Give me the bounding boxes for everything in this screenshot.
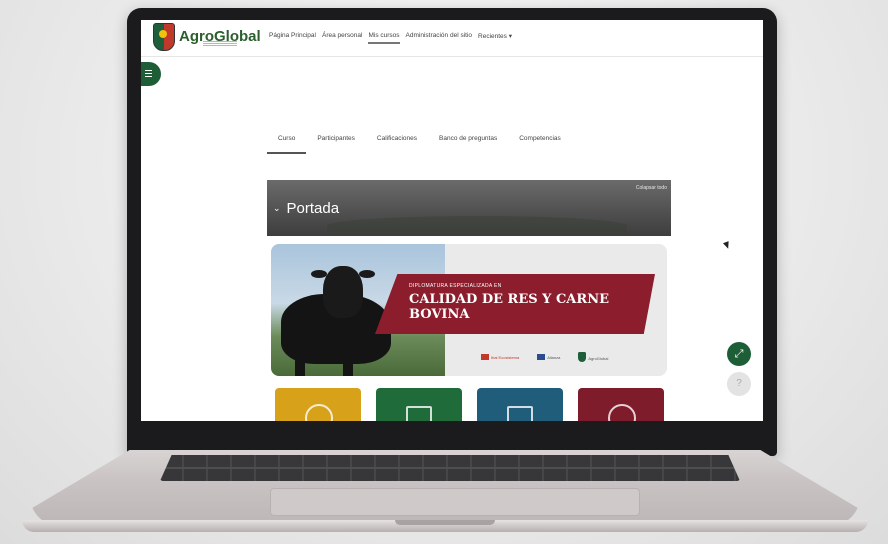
nav-item-site-admin[interactable]: Administración del sitio xyxy=(406,32,472,44)
cow-ear-shape xyxy=(359,270,375,278)
nav-item-home[interactable]: Página Principal xyxy=(269,32,316,44)
top-navbar: AgroGlobal Página Principal Área persona… xyxy=(141,20,763,57)
banner-title-line2: BOVINA xyxy=(409,307,470,322)
question-icon xyxy=(608,404,636,421)
chevron-down-icon: ⌄ xyxy=(273,203,281,213)
banner-title: CALIDAD DE RES Y CARNE BOVINA xyxy=(409,292,609,322)
logo-tagline-lines xyxy=(203,41,237,47)
partner-logo-1-text: Ibai Ecosistema xyxy=(491,355,520,360)
partner-logo-2: Alianza xyxy=(537,354,560,360)
tab-course[interactable]: Curso xyxy=(267,126,307,154)
banner-title-line1: CALIDAD DE RES Y CARNE xyxy=(409,292,609,307)
banner-ribbon: DIPLOMATURA ESPECIALIZADA EN CALIDAD DE … xyxy=(375,274,655,334)
logo-mark-icon xyxy=(481,354,489,360)
partner-logos: Ibai Ecosistema Alianza AgroGlobal xyxy=(481,352,608,362)
help-button[interactable]: ? xyxy=(727,372,751,396)
section-title-text: Portada xyxy=(286,200,340,217)
book-icon xyxy=(406,406,432,421)
activity-tile-red[interactable] xyxy=(578,388,664,421)
question-icon: ? xyxy=(736,378,742,389)
activity-tile-green[interactable] xyxy=(376,388,462,421)
shield-icon xyxy=(153,23,175,51)
header-background-image xyxy=(327,216,627,236)
cow-leg-shape xyxy=(295,354,305,376)
nav-item-my-courses[interactable]: Mis cursos xyxy=(368,32,400,44)
primary-nav: Página Principal Área personal Mis curso… xyxy=(269,32,512,44)
cow-leg-shape xyxy=(343,354,353,376)
cow-head-shape xyxy=(323,266,363,318)
partner-logo-1: Ibai Ecosistema xyxy=(481,354,519,360)
tab-participants[interactable]: Participantes xyxy=(306,126,366,154)
chevron-down-icon: ▾ xyxy=(508,33,512,40)
tab-question-bank[interactable]: Banco de preguntas xyxy=(428,126,508,154)
tab-competencies[interactable]: Competencias xyxy=(508,126,572,154)
partner-logo-3: AgroGlobal xyxy=(578,352,608,362)
banner-subtitle: DIPLOMATURA ESPECIALIZADA EN xyxy=(409,283,502,289)
course-banner: DIPLOMATURA ESPECIALIZADA EN CALIDAD DE … xyxy=(271,244,667,376)
logo-mark-icon xyxy=(537,354,546,360)
screen-icon xyxy=(507,406,533,421)
nav-item-dashboard[interactable]: Área personal xyxy=(322,32,362,44)
tab-grades[interactable]: Calificaciones xyxy=(366,126,428,154)
mouse-cursor-icon xyxy=(722,241,732,250)
expand-button[interactable]: ⤢ xyxy=(727,342,751,366)
nav-item-recent[interactable]: Recientes ▾ xyxy=(478,32,512,44)
course-index-toggle-button[interactable] xyxy=(141,62,161,86)
activity-tile-blue[interactable] xyxy=(477,388,563,421)
nav-item-recent-label: Recientes xyxy=(478,33,507,40)
laptop-touchpad xyxy=(270,488,640,516)
collapse-all-link[interactable]: Colapsar todo xyxy=(636,185,667,191)
partner-logo-3-text: AgroGlobal xyxy=(588,356,609,361)
section-header: Colapsar todo ⌄ Portada xyxy=(267,180,671,236)
section-title[interactable]: ⌄ Portada xyxy=(273,200,339,217)
clock-icon xyxy=(305,404,333,421)
course-tabs: Curso Participantes Calificaciones Banco… xyxy=(267,126,681,154)
shield-icon xyxy=(578,352,587,362)
partner-logo-2-text: Alianza xyxy=(547,355,561,360)
activity-tiles xyxy=(275,388,664,421)
activity-tile-yellow[interactable] xyxy=(275,388,361,421)
laptop-notch xyxy=(395,520,495,525)
laptop-screen: AgroGlobal Página Principal Área persona… xyxy=(141,20,763,421)
expand-icon: ⤢ xyxy=(734,348,744,360)
laptop-keyboard xyxy=(160,455,740,481)
